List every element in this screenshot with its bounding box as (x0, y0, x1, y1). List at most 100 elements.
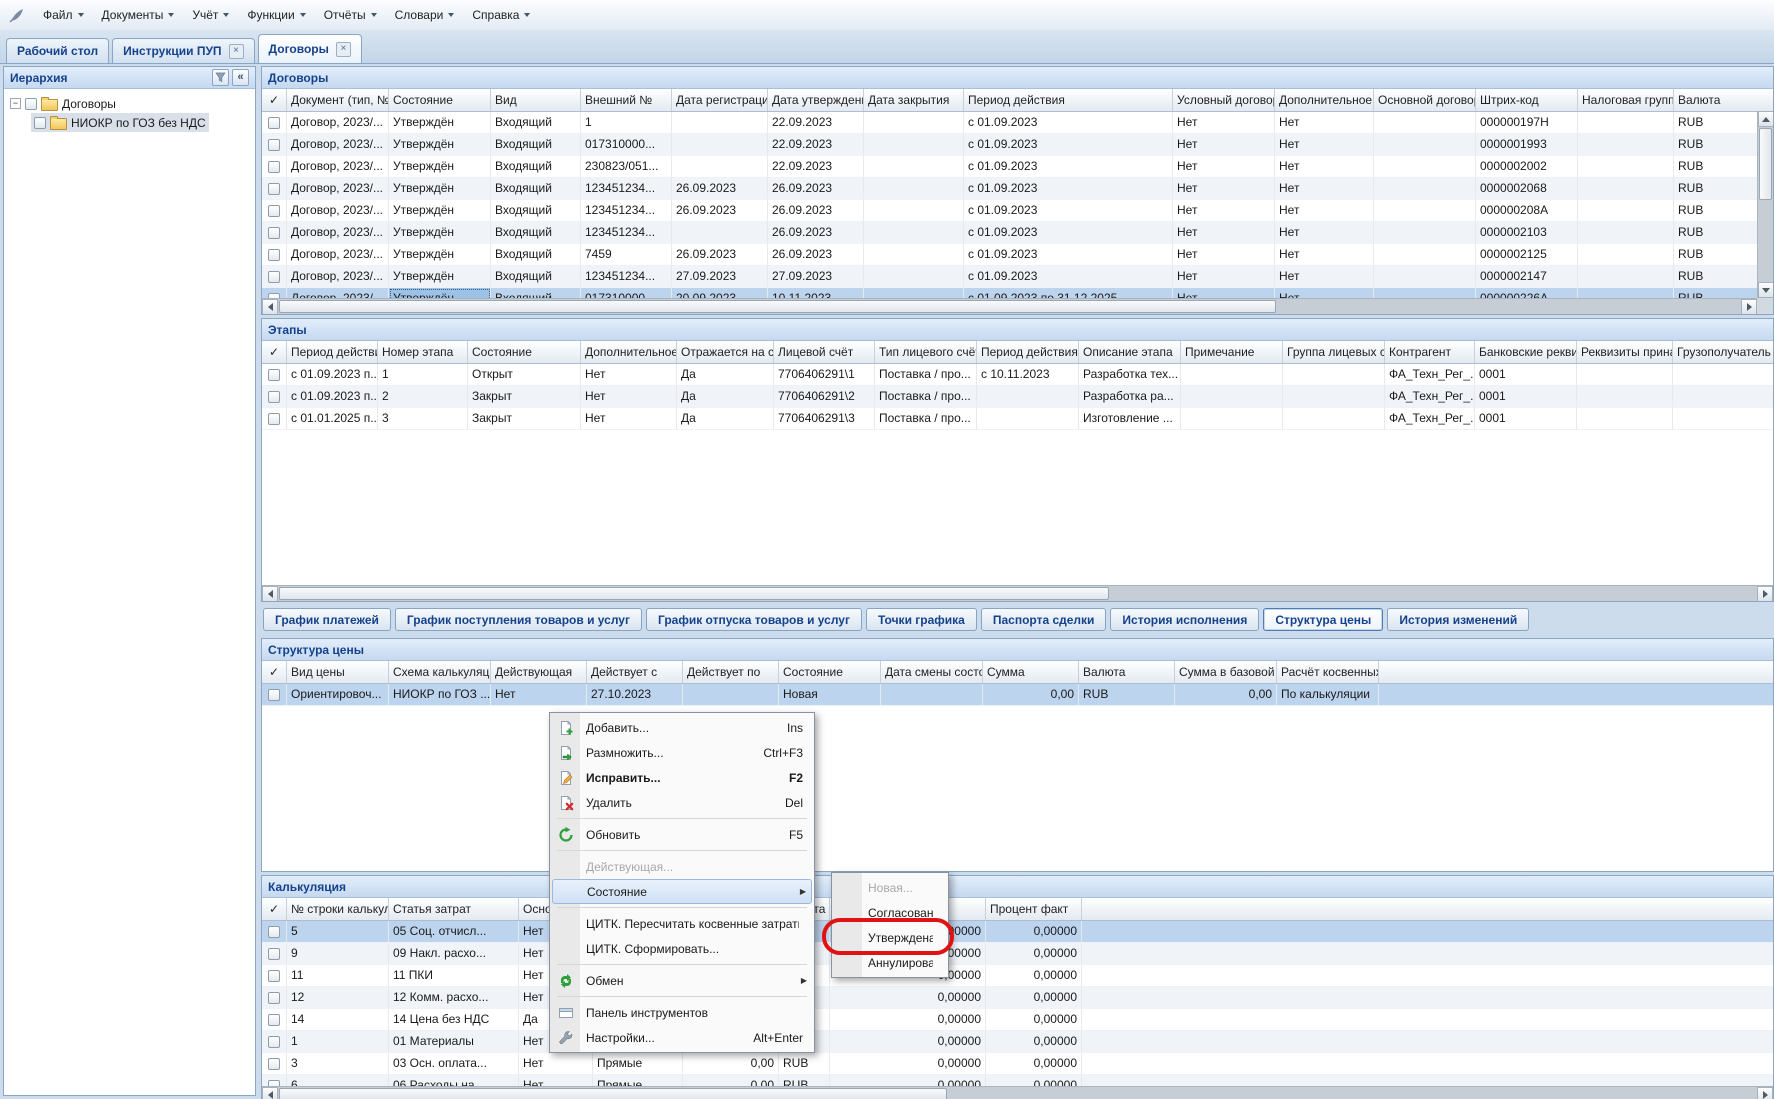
grid-row[interactable]: Договор, 2023/...УтверждёнВходящий745926… (262, 244, 1773, 266)
grid-row[interactable]: 1414 Цена без НДСДа0,000000,00000 (262, 1009, 1773, 1031)
column-header[interactable]: Вид (491, 89, 581, 111)
column-header[interactable]: Состояние (468, 341, 581, 363)
grid-row[interactable]: 1111 ПКИНет0,000000,00000 (262, 965, 1773, 987)
row-checkbox[interactable] (268, 1036, 280, 1048)
grid-row[interactable]: Договор, 2023/...УтверждёнВходящий230823… (262, 156, 1773, 178)
scroll-thumb[interactable] (1759, 128, 1772, 200)
menu-item-citk-recalc[interactable]: ЦИТК. Пересчитать косвенные затраты... (552, 911, 812, 936)
filter-button[interactable] (212, 69, 229, 86)
column-header[interactable]: ✓ (262, 341, 287, 363)
grid-row[interactable]: Договор, 2023/...УтверждёнВходящий017310… (262, 288, 1773, 298)
subtab-0[interactable]: График платежей (263, 608, 391, 631)
menu-item-exchange[interactable]: Обмен▶ (552, 968, 812, 993)
row-select-cell[interactable] (262, 684, 287, 705)
column-header[interactable]: Дополнительное с (1275, 89, 1374, 111)
column-header[interactable]: Действует с (587, 661, 683, 683)
column-header[interactable]: Тип лицевого счёт (875, 341, 977, 363)
column-header[interactable]: ✓ (262, 898, 287, 920)
menu-item-edit[interactable]: Исправить...F2 (552, 765, 812, 790)
row-checkbox[interactable] (268, 271, 280, 283)
scroll-track[interactable] (278, 299, 1741, 314)
menu-item-settings[interactable]: Настройки...Alt+Enter (552, 1025, 812, 1050)
row-checkbox[interactable] (268, 992, 280, 1004)
row-select-cell[interactable] (262, 266, 287, 287)
subtab-2[interactable]: График отпуска товаров и услуг (646, 608, 862, 631)
column-header[interactable]: Грузополучатель (1673, 341, 1773, 363)
column-header[interactable]: Основной договор (1374, 89, 1476, 111)
row-select-cell[interactable] (262, 1031, 287, 1052)
calculation-horizontal-scrollbar[interactable] (262, 1086, 1773, 1099)
row-select-cell[interactable] (262, 1075, 287, 1086)
column-header[interactable]: Дата утверждения (768, 89, 864, 111)
scroll-track[interactable] (278, 1087, 1757, 1099)
tree-node-child[interactable]: НИОКР по ГОЗ без НДС (31, 113, 209, 132)
grid-row[interactable]: Договор, 2023/...УтверждёнВходящий122.09… (262, 112, 1773, 134)
row-checkbox[interactable] (268, 227, 280, 239)
column-header[interactable]: Валюта (1674, 89, 1773, 111)
grid-row[interactable]: 606 Расходы на ...НетПрямые0,00RUB0,0000… (262, 1075, 1773, 1086)
row-checkbox[interactable] (268, 926, 280, 938)
row-select-cell[interactable] (262, 921, 287, 942)
scroll-left-button[interactable] (262, 586, 278, 602)
column-header[interactable]: Действующая (491, 661, 587, 683)
grid-row[interactable]: Договор, 2023/...УтверждёнВходящий123451… (262, 266, 1773, 288)
column-header[interactable]: Дата закрытия (864, 89, 964, 111)
menubar-item-3[interactable]: Функции (238, 3, 314, 27)
grid-row[interactable]: Договор, 2023/...УтверждёнВходящий123451… (262, 178, 1773, 200)
scroll-right-button[interactable] (1757, 586, 1773, 602)
column-header[interactable]: Валюта (1079, 661, 1175, 683)
column-header[interactable]: Налоговая группа (1578, 89, 1674, 111)
column-header[interactable]: Дата регистрации (672, 89, 768, 111)
menubar-item-5[interactable]: Словари (386, 3, 464, 27)
row-select-cell[interactable] (262, 408, 287, 429)
column-header[interactable]: Номер этапа (378, 341, 468, 363)
window-tab-0[interactable]: Рабочий стол (6, 38, 109, 63)
menu-item-state-approved[interactable]: Утверждена... (834, 925, 946, 950)
row-checkbox[interactable] (268, 249, 280, 261)
row-select-cell[interactable] (262, 943, 287, 964)
menu-item-state-annulled[interactable]: Аннулирована... (834, 950, 946, 975)
grid-row[interactable]: 909 Накл. расхо...Нет0,000000,00000 (262, 943, 1773, 965)
column-header[interactable]: Период действия (964, 89, 1173, 111)
row-checkbox[interactable] (268, 1058, 280, 1070)
column-header[interactable]: Банковские рекви (1475, 341, 1577, 363)
column-header[interactable]: Штрих-код (1476, 89, 1578, 111)
menubar-item-1[interactable]: Документы (93, 3, 184, 27)
row-checkbox[interactable] (268, 161, 280, 173)
stages-horizontal-scrollbar[interactable] (262, 585, 1773, 601)
column-header[interactable]: Внешний № (581, 89, 672, 111)
row-select-cell[interactable] (262, 244, 287, 265)
column-header[interactable]: Период действия э (977, 341, 1079, 363)
row-checkbox[interactable] (268, 413, 280, 425)
column-header[interactable]: Действует по (683, 661, 779, 683)
column-header[interactable]: Состояние (389, 89, 491, 111)
tree-node-root[interactable]: − Договоры (7, 94, 119, 113)
column-header[interactable]: Примечание (1181, 341, 1283, 363)
menu-item-state[interactable]: Состояние▶ (552, 879, 812, 904)
column-header[interactable]: Контрагент (1385, 341, 1475, 363)
column-header[interactable]: Вид цены (287, 661, 389, 683)
window-tab-1[interactable]: Инструкции ПУП× (112, 38, 254, 63)
tree-node-checkbox[interactable] (25, 98, 37, 110)
column-header[interactable]: Сумма (983, 661, 1079, 683)
column-header[interactable]: ✓ (262, 661, 287, 683)
row-checkbox[interactable] (268, 117, 280, 129)
grid-row[interactable]: Договор, 2023/...УтверждёнВходящий123451… (262, 200, 1773, 222)
subtab-6[interactable]: Структура цены (1263, 608, 1383, 631)
column-header[interactable]: Реквизиты принад (1577, 341, 1673, 363)
column-header[interactable]: Описание этапа (1079, 341, 1181, 363)
grid-row[interactable]: 101 МатериалыНет0,000000,00000 (262, 1031, 1773, 1053)
menu-item-state-agreed[interactable]: Согласована... (834, 900, 946, 925)
grid-row[interactable]: с 01.09.2023 п...1ОткрытНетДа7706406291\… (262, 364, 1773, 386)
grid-row[interactable]: Договор, 2023/...УтверждёнВходящий123451… (262, 222, 1773, 244)
subtab-1[interactable]: График поступления товаров и услуг (395, 608, 642, 631)
column-header[interactable]: ✓ (262, 89, 287, 111)
menubar-item-4[interactable]: Отчёты (315, 3, 386, 27)
scroll-track[interactable] (278, 586, 1757, 601)
scroll-track[interactable] (1758, 127, 1773, 282)
grid-row[interactable]: с 01.01.2025 п...3ЗакрытНетДа7706406291\… (262, 408, 1773, 430)
column-header[interactable]: Документ (тип, № (287, 89, 389, 111)
row-checkbox[interactable] (268, 139, 280, 151)
row-select-cell[interactable] (262, 364, 287, 385)
column-header[interactable]: Статья затрат (389, 898, 519, 920)
